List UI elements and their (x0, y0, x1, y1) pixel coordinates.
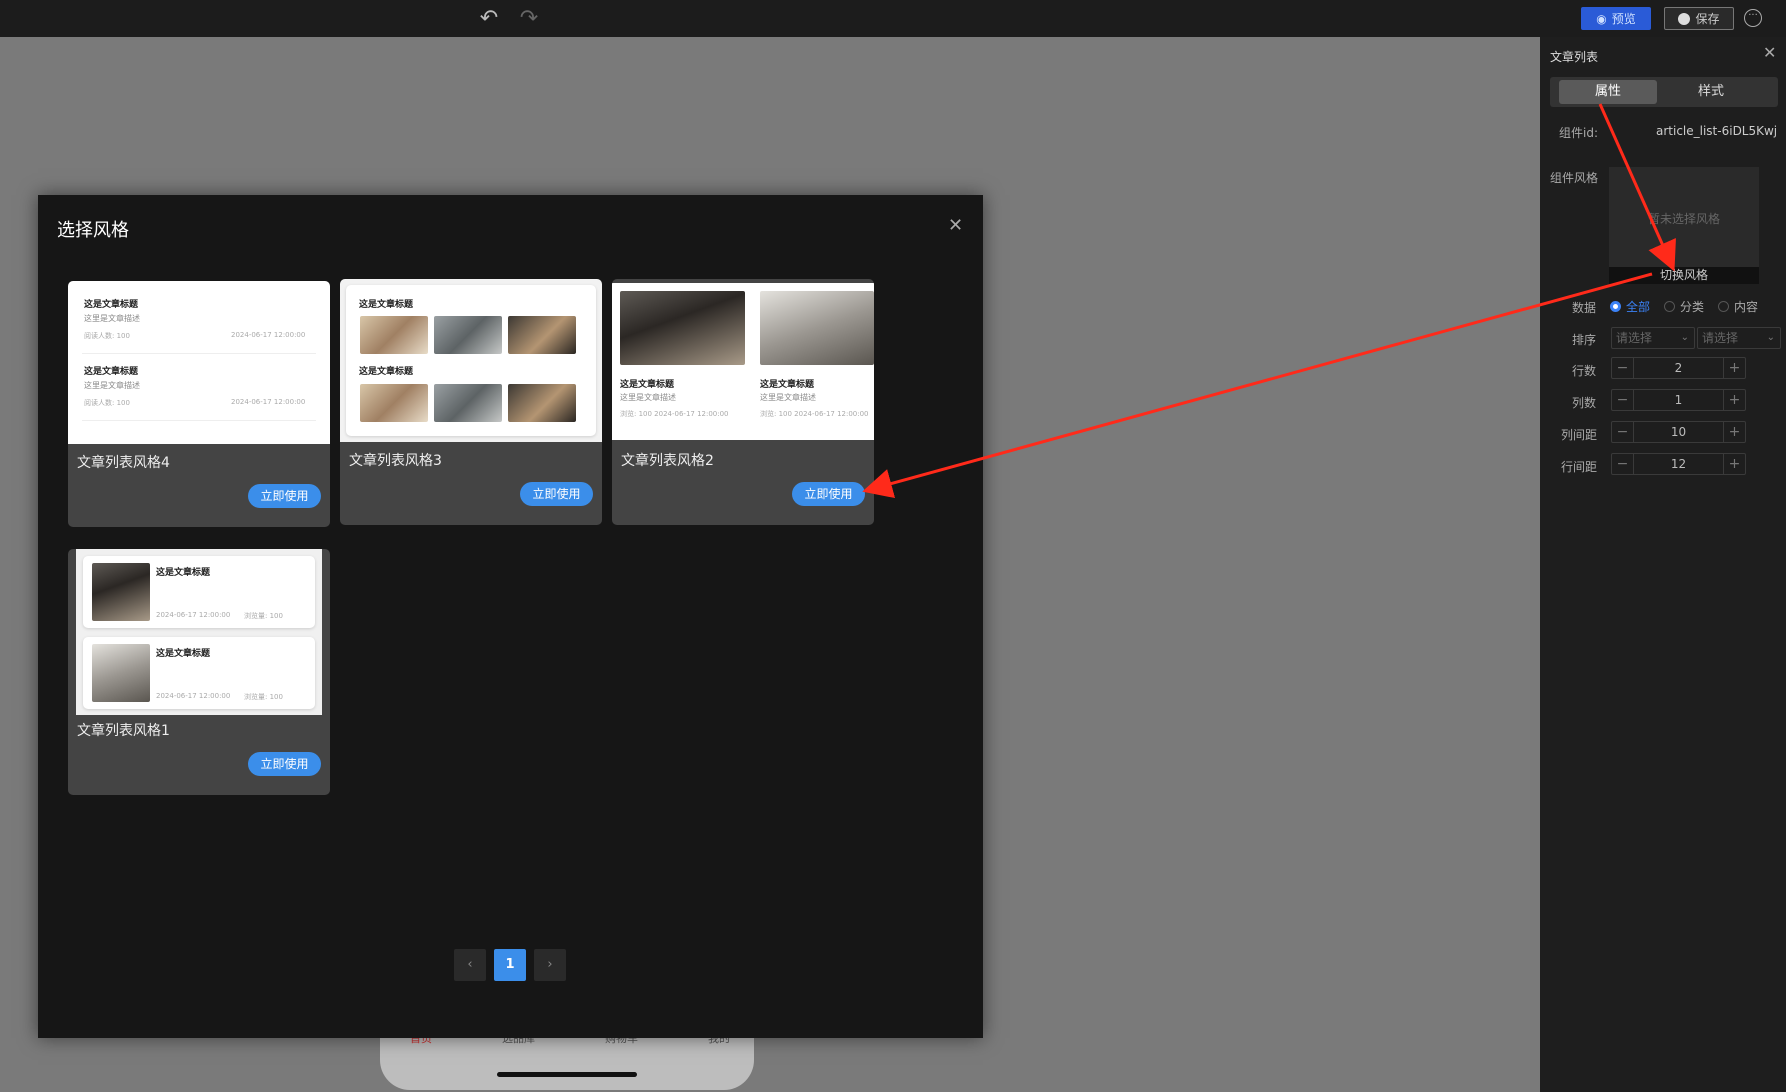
use-now-button[interactable]: 立即使用 (248, 752, 321, 776)
style-thumbnail: 这是文章标题 这里是文章描述 浏览: 100 2024-06-17 12:00:… (612, 283, 874, 440)
property-panel: 文章列表 ✕ 属性 样式 组件id: article_list-6iDL5Kwj… (1540, 37, 1786, 1092)
minus-icon[interactable]: − (1612, 422, 1634, 442)
style-card[interactable]: 这是文章标题 这里是文章描述 阅读人数: 100 2024-06-17 12:0… (68, 281, 330, 527)
radio-dot (1718, 301, 1730, 312)
next-page-button[interactable]: › (534, 949, 566, 981)
plus-icon[interactable]: + (1723, 422, 1745, 442)
plus-icon[interactable]: + (1723, 454, 1745, 474)
save-button[interactable]: 保存 (1664, 7, 1734, 30)
eye-icon: ◉ (1596, 11, 1607, 26)
thumbnail-image (92, 563, 150, 621)
thumbnail-image (508, 316, 576, 354)
annotation-arrow (862, 272, 1653, 499)
style-card[interactable]: 这是文章标题 2024-06-17 12:00:00 浏览量: 100 这是文章… (68, 549, 330, 795)
use-now-button[interactable]: 立即使用 (792, 482, 865, 506)
data-label: 数据 (1572, 301, 1597, 315)
tab-styles[interactable]: 样式 (1662, 80, 1760, 104)
switch-style-button[interactable]: 切换风格 (1609, 267, 1759, 284)
thumbnail-image (760, 291, 874, 365)
home-indicator (497, 1072, 637, 1077)
divider (82, 420, 316, 421)
modal-title: 选择风格 (57, 220, 129, 241)
thumbnail-image (508, 384, 576, 422)
cols-label: 列数 (1572, 396, 1597, 410)
radio-dot (1664, 301, 1676, 312)
sort-label: 排序 (1572, 333, 1597, 347)
use-now-button[interactable]: 立即使用 (520, 482, 593, 506)
radio-dot (1610, 301, 1621, 312)
thumbnail-image (434, 316, 502, 354)
thumbnail-image (620, 291, 745, 365)
rows-label: 行数 (1572, 364, 1597, 378)
use-now-button[interactable]: 立即使用 (248, 484, 321, 508)
thumbnail-image (434, 384, 502, 422)
plus-icon[interactable]: + (1723, 358, 1745, 378)
radio-content[interactable]: 内容 (1718, 298, 1758, 315)
minus-icon[interactable]: − (1612, 390, 1634, 410)
undo-icon[interactable]: ↶ (477, 7, 501, 31)
redo-icon[interactable]: ↷ (517, 7, 541, 31)
data-radio-group: 全部 分类 内容 (1610, 298, 1758, 315)
prev-page-button[interactable]: ‹ (454, 949, 486, 981)
card-name: 文章列表风格4 (77, 455, 170, 471)
style-thumbnail: 这是文章标题 2024-06-17 12:00:00 浏览量: 100 这是文章… (76, 549, 322, 715)
style-card[interactable]: 这是文章标题 这里是文章描述 浏览: 100 2024-06-17 12:00:… (612, 279, 874, 525)
panel-tabs: 属性 样式 (1550, 77, 1778, 107)
thumbnail-image (92, 644, 150, 702)
radio-all[interactable]: 全部 (1610, 298, 1650, 315)
card-name: 文章列表风格3 (349, 453, 442, 469)
thumbnail-image (360, 316, 428, 354)
close-icon[interactable]: ✕ (948, 215, 963, 236)
style-thumbnail: 这是文章标题 这是文章标题 (340, 279, 602, 442)
select-style-modal: 选择风格 ✕ 这是文章标题 这里是文章描述 阅读人数: 100 2024-06-… (38, 195, 983, 1038)
minus-icon[interactable]: − (1612, 358, 1634, 378)
cols-stepper[interactable]: − 1 + (1611, 389, 1746, 411)
radio-category[interactable]: 分类 (1664, 298, 1704, 315)
col-gap-stepper[interactable]: − 10 + (1611, 421, 1746, 443)
page-number[interactable]: 1 (494, 949, 526, 981)
tab-attributes[interactable]: 属性 (1559, 80, 1657, 104)
card-name: 文章列表风格2 (621, 453, 714, 469)
component-id-value: article_list-6iDL5Kwj (1656, 124, 1778, 138)
style-empty-text: 暂未选择风格 (1647, 212, 1720, 226)
chevron-down-icon: ⌄ (1766, 332, 1775, 343)
row-gap-stepper[interactable]: − 12 + (1611, 453, 1746, 475)
sort-select-1[interactable]: 请选择 ⌄ (1611, 327, 1695, 349)
minus-icon[interactable]: − (1612, 454, 1634, 474)
thumbnail-image (360, 384, 428, 422)
component-style-label: 组件风格 (1550, 171, 1599, 185)
ellipsis-circle-icon[interactable]: ··· (1744, 9, 1762, 27)
style-thumbnail: 这是文章标题 这里是文章描述 阅读人数: 100 2024-06-17 12:0… (68, 281, 330, 444)
component-id-label: 组件id: (1559, 126, 1598, 140)
rows-stepper[interactable]: − 2 + (1611, 357, 1746, 379)
save-icon (1678, 12, 1691, 25)
style-card[interactable]: 这是文章标题 这是文章标题 文章列表风格3 立即使用 (340, 279, 602, 525)
preview-button[interactable]: ◉ 预览 (1581, 7, 1651, 30)
row-gap-label: 行间距 (1561, 460, 1598, 474)
chevron-right-icon: › (547, 957, 553, 972)
panel-title: 文章列表 (1550, 50, 1599, 64)
style-preview-box: 暂未选择风格 (1609, 167, 1759, 267)
plus-icon[interactable]: + (1723, 390, 1745, 410)
card-name: 文章列表风格1 (77, 723, 170, 739)
chevron-down-icon: ⌄ (1680, 332, 1689, 343)
sort-select-2[interactable]: 请选择 ⌄ (1697, 327, 1781, 349)
divider (82, 353, 316, 354)
col-gap-label: 列间距 (1561, 428, 1598, 442)
close-icon[interactable]: ✕ (1763, 43, 1776, 62)
chevron-left-icon: ‹ (467, 957, 473, 972)
top-toolbar: ↶ ↷ ◉ 预览 保存 ··· (0, 0, 1786, 37)
